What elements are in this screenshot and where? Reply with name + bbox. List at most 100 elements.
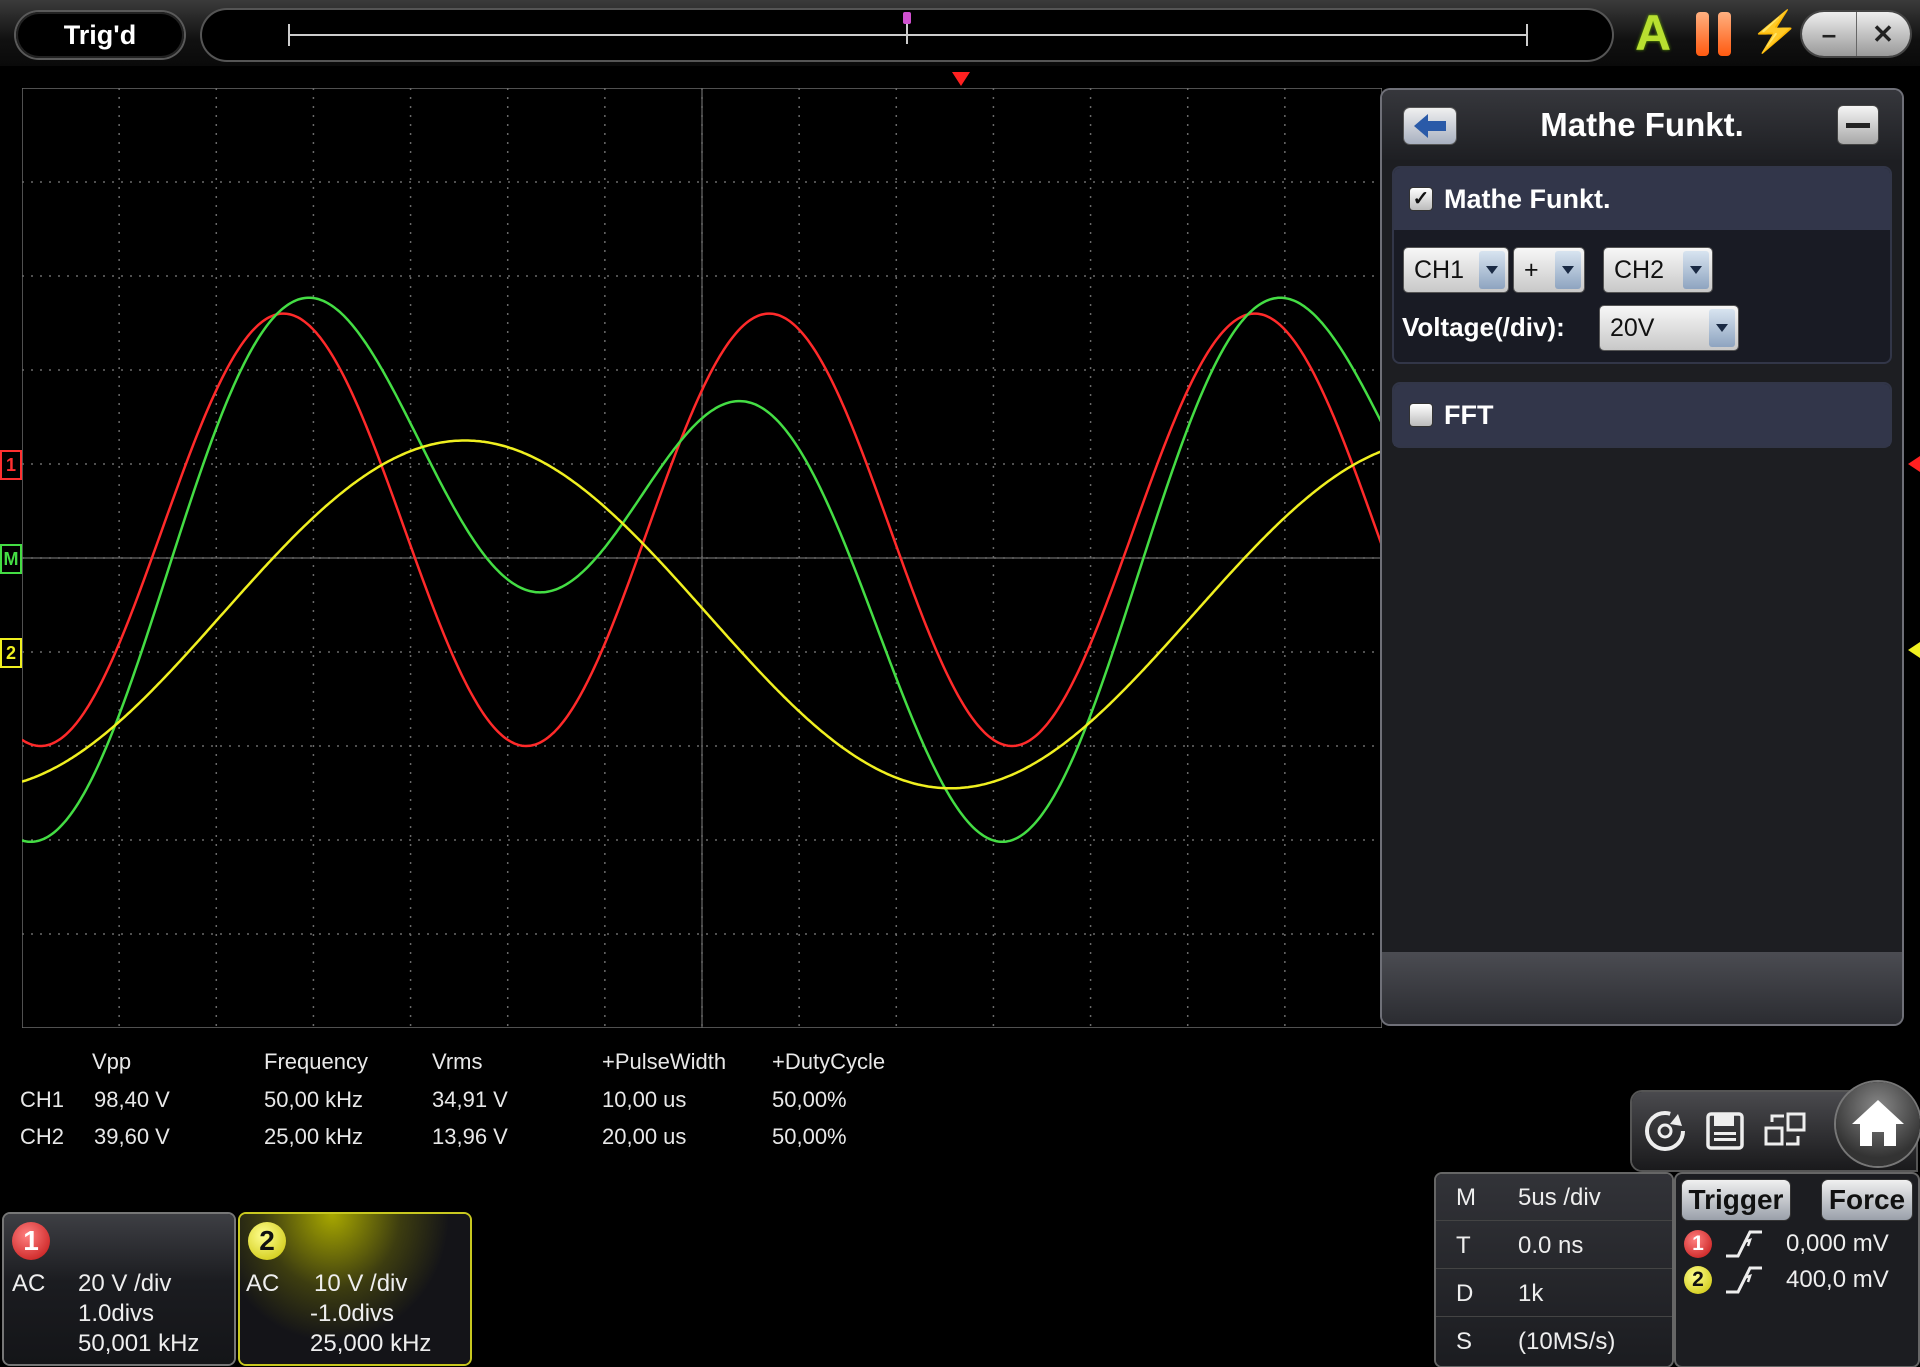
close-icon[interactable]: ✕ [1856,12,1910,56]
meas-cell: 25,00 kHz [264,1124,364,1149]
meas-cell: 10,00 us [602,1087,687,1112]
chevron-down-icon [1479,251,1505,289]
meas-cell: 98,40 V [94,1087,170,1112]
trigger-status: Trig'd [16,12,184,58]
pause-bar-left [1696,12,1709,56]
voltage-value: 20V [1610,314,1655,342]
memory-position-center [906,24,908,44]
minimize-icon[interactable]: – [1802,12,1857,56]
timebase-key: D [1456,1280,1474,1307]
meas-header: Frequency [264,1049,368,1074]
ch2-scale: 10 V /div [314,1270,408,1297]
pause-icon[interactable] [1694,12,1736,56]
chevron-down-icon [1709,309,1735,347]
meas-cell: 13,96 V [432,1124,508,1149]
math-operator-value: + [1524,256,1539,284]
trigger-position-marker[interactable] [952,72,970,86]
voltage-select[interactable]: 20V [1600,306,1738,350]
timebase-key: M [1456,1184,1476,1211]
timebase-key: T [1456,1232,1471,1259]
ch2-settings-box[interactable]: 2 AC 10 V /div -1.0divs 25,000 kHz [240,1214,470,1364]
meas-cell: 50,00% [772,1124,847,1149]
trigger-ch2-level: 400,0 mV [1786,1266,1889,1293]
collapse-icon[interactable] [1838,106,1878,144]
meas-cell: 20,00 us [602,1124,687,1149]
rising-edge-icon [1724,1228,1764,1265]
meas-header: Vpp [92,1049,132,1074]
trigger-ch1-level: 0,000 mV [1786,1230,1889,1257]
ch1-coupling: AC [12,1270,46,1297]
ch1-frequency: 50,001 kHz [78,1330,200,1357]
fft-checkbox[interactable] [1410,404,1432,426]
ch1-scale: 20 V /div [78,1270,172,1297]
ch1-settings-box[interactable]: 1 AC 20 V /div 1.0divs 50,001 kHz [4,1214,234,1364]
waveform-display[interactable] [22,88,1382,1028]
memory-position-line [288,34,1528,36]
refresh-icon[interactable] [1638,1104,1692,1158]
fft-section: FFT [1394,384,1890,446]
meas-cell: 50,00% [772,1087,847,1112]
timebase-value: 0.0 ns [1518,1232,1584,1259]
timebase-value: 1k [1518,1280,1544,1307]
grid [22,88,1382,1028]
ch2-frequency: 25,000 kHz [310,1330,432,1357]
ch2-badge: 2 [248,1222,286,1260]
ch2-level-marker[interactable]: 2 [0,638,22,668]
math-section: ✓ Mathe Funkt. CH1 + CH2 Voltage(/div): … [1394,168,1890,362]
chevron-down-icon [1683,251,1709,289]
ch2-offset: -1.0divs [310,1300,395,1327]
rising-edge-icon [1724,1264,1764,1301]
math-panel-title: Mathe Funkt. [1540,106,1744,143]
meas-header: +PulseWidth [602,1049,727,1074]
timebase-row-trigger-time: T 0.0 ns [1436,1222,1672,1269]
timebase-row-main: M 5us /div [1436,1174,1672,1221]
math-source1-select[interactable]: CH1 [1404,248,1508,292]
math-source2-select[interactable]: CH2 [1604,248,1712,292]
math-section-label: Mathe Funkt. [1444,184,1611,214]
trigger-ch1-badge: 1 [1684,1230,1712,1258]
meas-row-label: CH2 [20,1124,65,1149]
chevron-down-icon [1555,251,1581,289]
force-button[interactable]: Force [1822,1180,1912,1220]
ch1-badge: 1 [12,1222,50,1260]
timebase-box[interactable]: M 5us /div T 0.0 ns D 1k S (10MS/s) [1436,1174,1672,1366]
save-icon[interactable] [1698,1104,1752,1158]
math-operator-select[interactable]: + [1514,248,1584,292]
math-level-marker[interactable]: M [0,544,22,574]
timebase-value: 5us /div [1518,1184,1601,1211]
math-source1-value: CH1 [1414,256,1465,284]
meas-header: Vrms [432,1049,483,1074]
back-arrow-icon[interactable] [1404,108,1456,144]
meas-cell: 34,91 V [432,1087,508,1112]
timebase-row-depth: D 1k [1436,1270,1672,1317]
meas-cell: 50,00 kHz [264,1087,364,1112]
trigger-ch2-badge: 2 [1684,1266,1712,1294]
meas-cell: 39,60 V [94,1124,170,1149]
fft-section-label: FFT [1444,400,1494,430]
channel-switch-icon[interactable] [1758,1104,1812,1158]
ch1-trigger-level-marker[interactable] [1908,456,1920,472]
home-icon[interactable] [1836,1082,1920,1166]
math-panel-footer [1382,952,1902,1024]
math-panel: Mathe Funkt. ✓ Mathe Funkt. CH1 + CH2 Vo… [1382,90,1902,1024]
memory-position-start [288,24,290,46]
ch2-trigger-level-marker[interactable] [1908,642,1920,658]
auto-icon[interactable]: A [1628,6,1678,60]
bolt-icon[interactable]: ⚡ [1750,8,1800,58]
trigger-box: Trigger Force 1 0,000 mV 2 400,0 mV [1676,1174,1918,1366]
memory-position-end [1526,24,1528,46]
meas-row-label: CH1 [20,1087,65,1112]
ch1-level-marker[interactable]: 1 [0,450,22,480]
timebase-row-sample-rate: S (10MS/s) [1436,1318,1672,1364]
memory-position-marker[interactable] [903,12,911,24]
window-controls: – ✕ [1802,12,1910,56]
voltage-label: Voltage(/div): [1402,312,1565,342]
pause-bar-right [1718,12,1731,56]
math-checkbox[interactable]: ✓ [1410,188,1432,210]
timebase-value: (10MS/s) [1518,1328,1616,1355]
math-source2-value: CH2 [1614,256,1665,284]
ch1-offset: 1.0divs [78,1300,155,1327]
timebase-key: S [1456,1328,1473,1355]
trigger-button[interactable]: Trigger [1682,1180,1790,1220]
meas-header: +DutyCycle [772,1049,886,1074]
